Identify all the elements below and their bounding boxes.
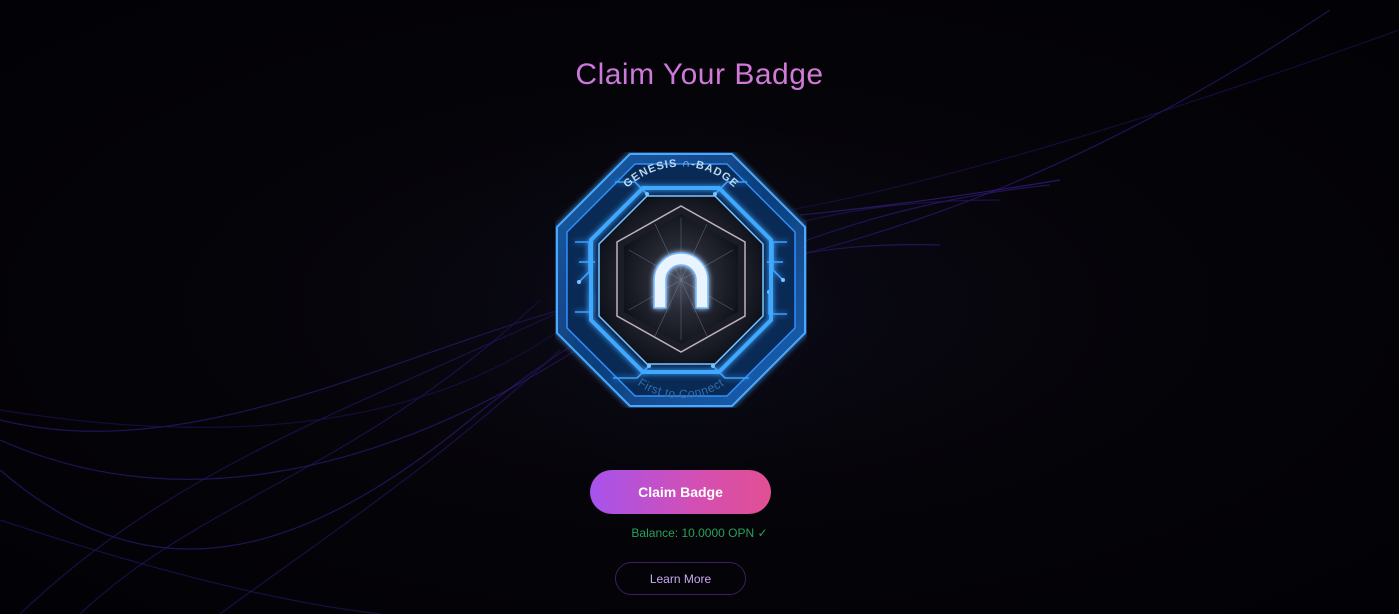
badge-graphic: GENESIS ∩-BADGE First to Connect <box>556 153 806 407</box>
claim-badge-button[interactable]: Claim Badge <box>590 470 771 514</box>
page-title: Claim Your Badge <box>0 58 1399 92</box>
balance-status: Balance: 10.0000 OPN ✓ <box>631 526 768 540</box>
learn-more-button[interactable]: Learn More <box>615 562 746 595</box>
genesis-badge: GENESIS ∩-BADGE First to Connect <box>555 152 807 408</box>
badge-claim-page: Claim Your Badge GENESIS ∩-BADGE First t… <box>0 0 1399 614</box>
